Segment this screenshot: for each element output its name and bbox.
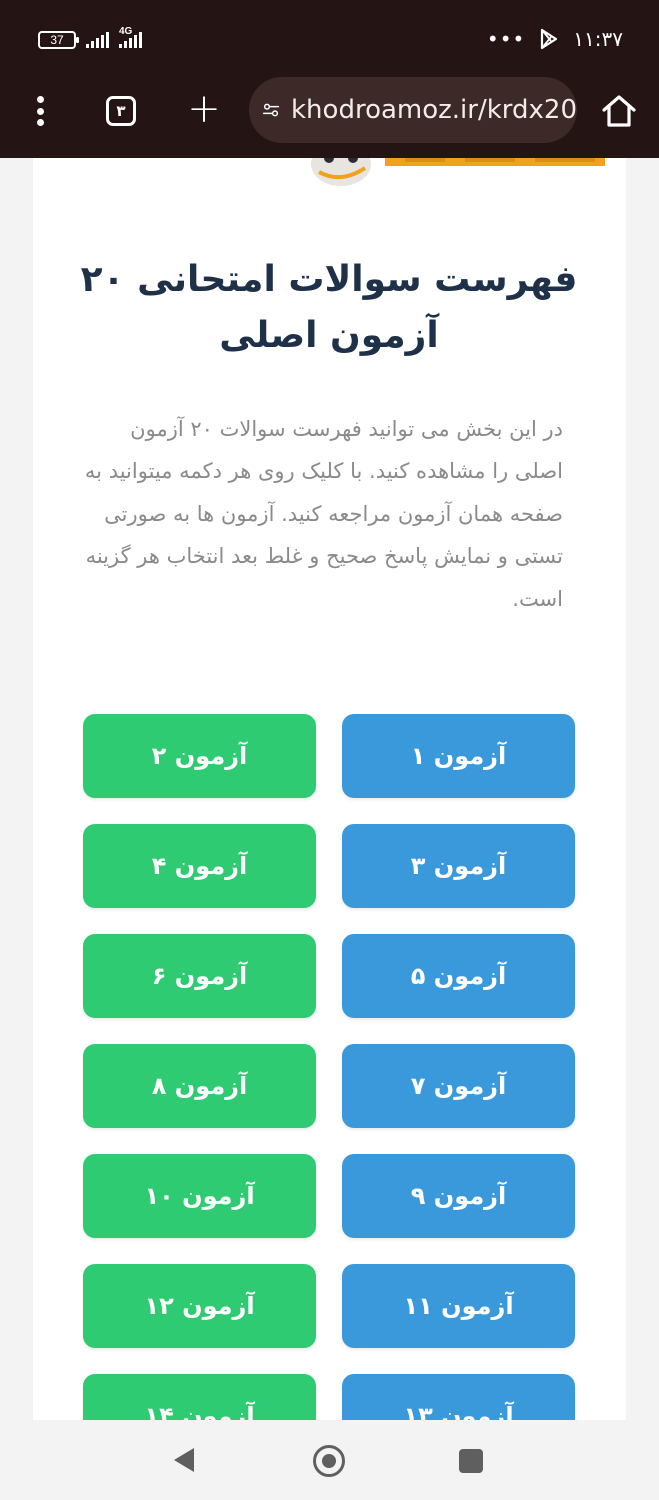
page-title: فهرست سوالات امتحانی ۲۰ آزمون اصلی xyxy=(80,259,578,356)
exam-1-button[interactable]: آزمون ۱ xyxy=(342,714,575,798)
url-text[interactable]: khodroamoz.ir/krdx20 xyxy=(291,95,577,125)
battery-level: 37 xyxy=(50,33,64,47)
exam-10-button[interactable]: آزمون ۱۰ xyxy=(83,1154,316,1238)
status-bar-right: ••• ۱۱:۳۷ xyxy=(487,26,623,52)
exam-11-button[interactable]: آزمون ۱۱ xyxy=(342,1264,575,1348)
exam-7-button[interactable]: آزمون ۷ xyxy=(342,1044,575,1128)
content-card: فهرست سوالات امتحانی ۲۰ آزمون اصلی در ای… xyxy=(33,158,626,1420)
browser-menu-icon[interactable] xyxy=(30,96,50,126)
site-settings-icon[interactable] xyxy=(261,95,281,125)
tab-switcher-button[interactable]: ۳ xyxy=(106,96,136,126)
exam-6-button[interactable]: آزمون ۶ xyxy=(83,934,316,1018)
address-bar[interactable]: khodroamoz.ir/krdx20 xyxy=(249,77,577,143)
exam-12-button[interactable]: آزمون ۱۲ xyxy=(83,1264,316,1348)
site-logo xyxy=(311,158,605,186)
new-tab-button[interactable]: + xyxy=(186,89,222,130)
network-type: 4G xyxy=(119,26,133,37)
home-icon[interactable] xyxy=(599,92,639,130)
exam-8-button[interactable]: آزمون ۸ xyxy=(83,1044,316,1128)
home-nav-icon[interactable] xyxy=(313,1445,345,1477)
status-bar-left: 37 4G xyxy=(38,26,142,52)
back-icon[interactable] xyxy=(174,1448,194,1472)
exam-5-button[interactable]: آزمون ۵ xyxy=(342,934,575,1018)
exam-2-button[interactable]: آزمون ۲ xyxy=(83,714,316,798)
exam-3-button[interactable]: آزمون ۳ xyxy=(342,824,575,908)
battery-icon: 37 xyxy=(38,31,79,49)
exam-13-button[interactable]: آزمون ۱۳ xyxy=(342,1374,575,1420)
exam-14-button[interactable]: آزمون ۱۴ xyxy=(83,1374,316,1420)
play-store-icon xyxy=(539,28,559,50)
signal-4g-icon: 4G xyxy=(119,26,142,48)
more-notifications-icon: ••• xyxy=(486,27,526,51)
recent-apps-icon[interactable] xyxy=(459,1449,483,1473)
web-page: فهرست سوالات امتحانی ۲۰ آزمون اصلی در ای… xyxy=(0,158,659,1420)
clock: ۱۱:۳۷ xyxy=(573,27,623,51)
exam-4-button[interactable]: آزمون ۴ xyxy=(83,824,316,908)
signal-icon xyxy=(86,32,109,48)
browser-top-bar: 37 4G ••• ۱۱:۳۷ ۳ + khodroamoz.ir/krdx20 xyxy=(0,0,659,158)
exam-9-button[interactable]: آزمون ۹ xyxy=(342,1154,575,1238)
page-description: در این بخش می توانید فهرست سوالات ۲۰ آزم… xyxy=(84,417,563,611)
